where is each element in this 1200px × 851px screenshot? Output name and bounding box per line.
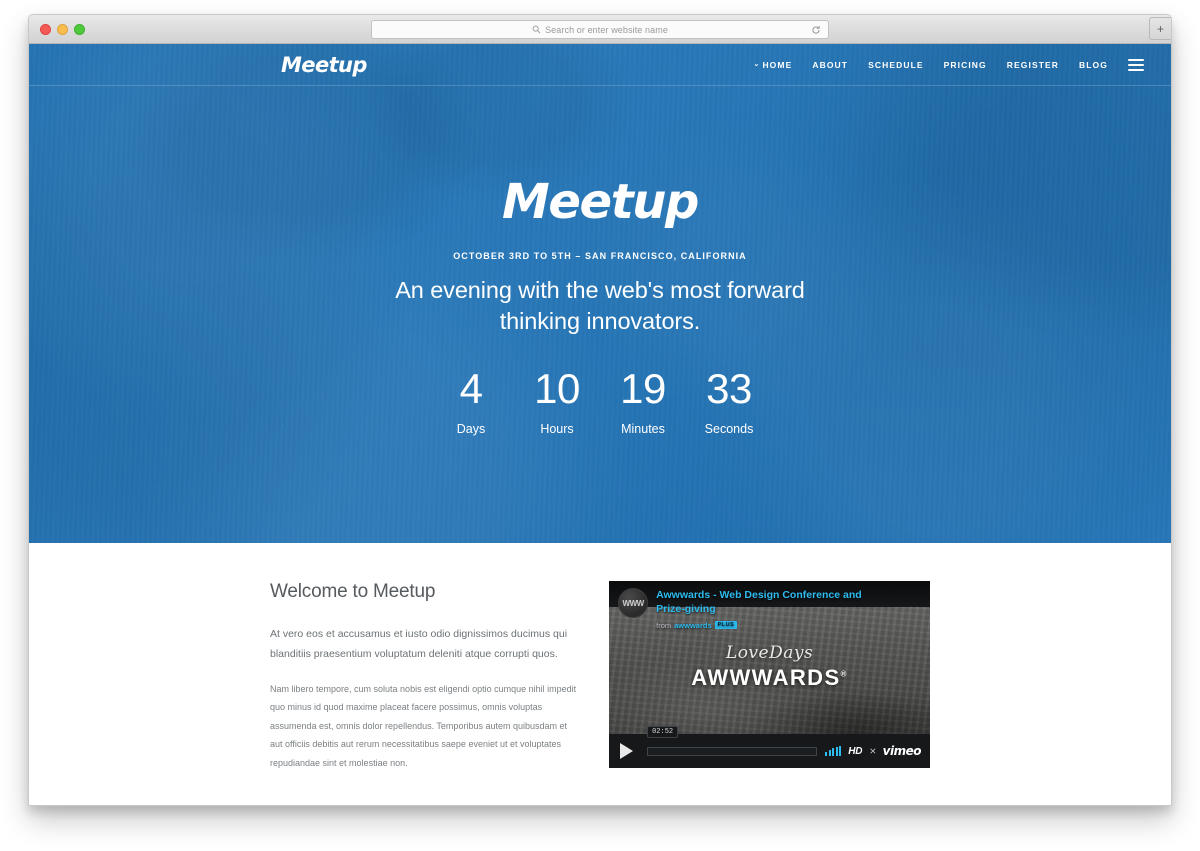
site-logo[interactable]: Meetup — [281, 53, 367, 77]
site-navbar: Meetup ⌄ HOME ABOUT SCHEDULE PRICING REG… — [29, 44, 1171, 86]
countdown-unit-seconds: 33 Seconds — [686, 364, 772, 436]
play-icon[interactable] — [620, 743, 634, 759]
hero-section: Meetup ⌄ HOME ABOUT SCHEDULE PRICING REG… — [29, 44, 1171, 543]
countdown-unit-days: 4 Days — [428, 364, 514, 436]
nav-item-schedule[interactable]: SCHEDULE — [868, 60, 924, 70]
hero-date-location: OCTOBER 3RD TO 5TH – SAN FRANCISCO, CALI… — [453, 251, 747, 261]
poster-brand-registered-mark: ® — [840, 669, 848, 679]
countdown-seconds-label: Seconds — [704, 421, 754, 436]
countdown-seconds-value: 33 — [706, 364, 752, 412]
video-uploader-line: from awwwards PLUS — [656, 621, 888, 630]
maximize-window-button[interactable] — [74, 23, 85, 35]
hero-tagline: An evening with the web's most forward t… — [395, 277, 805, 335]
countdown-timer: 4 Days 10 Hours 19 Minutes 33 Seconds — [29, 364, 1171, 436]
nav-item-home-label: HOME — [762, 59, 793, 70]
video-scrubber[interactable]: 02:52 — [647, 725, 818, 756]
countdown-unit-minutes: 19 Minutes — [600, 364, 686, 436]
hamburger-bar — [1128, 68, 1144, 71]
video-progress-bar[interactable] — [647, 746, 818, 756]
nav-menu: ⌄ HOME ABOUT SCHEDULE PRICING REGISTER B… — [753, 58, 1171, 71]
video-header-text: Awwwards - Web Design Conference and Pri… — [656, 588, 888, 630]
volume-bar — [825, 752, 828, 756]
hero-content: Meetup OCTOBER 3RD TO 5TH – SAN FRANCISC… — [29, 86, 1171, 436]
hamburger-bar — [1128, 58, 1144, 61]
countdown-hours-label: Hours — [540, 421, 574, 436]
countdown-minutes-value: 19 — [620, 364, 666, 412]
new-tab-button[interactable]: + — [1149, 17, 1171, 40]
video-time-tooltip: 02:52 — [647, 725, 679, 738]
video-header-overlay: WWW Awwwards - Web Design Conference and… — [609, 581, 930, 637]
video-right-controls: HD ⨯ vimeo — [825, 744, 922, 758]
nav-item-pricing[interactable]: PRICING — [944, 60, 987, 70]
nav-item-about[interactable]: ABOUT — [812, 60, 848, 70]
countdown-minutes-label: Minutes — [621, 421, 665, 436]
countdown-hours-value: 10 — [534, 364, 580, 412]
browser-window: Search or enter website name + Meetup ⌄ … — [28, 14, 1172, 806]
welcome-section: Welcome to Meetup At vero eos et accusam… — [29, 543, 1171, 805]
uploader-avatar[interactable]: WWW — [618, 588, 649, 618]
browser-titlebar: Search or enter website name + — [29, 15, 1171, 44]
countdown-days-value: 4 — [459, 364, 483, 412]
vimeo-plus-badge: PLUS — [714, 621, 738, 630]
reload-icon[interactable] — [811, 25, 821, 35]
address-bar-placeholder: Search or enter website name — [545, 24, 668, 35]
volume-bar — [835, 747, 838, 756]
chevron-down-icon: ⌄ — [753, 61, 761, 68]
video-control-bar: 02:52 HD ⨯ vimeo — [609, 725, 930, 768]
poster-brand-word: AWWWARDS — [691, 665, 841, 690]
video-uploader-name[interactable]: awwwards — [674, 621, 712, 630]
vimeo-logo[interactable]: vimeo — [883, 744, 922, 758]
address-bar[interactable]: Search or enter website name — [371, 20, 829, 39]
volume-bar — [839, 746, 842, 756]
hamburger-bar — [1128, 63, 1144, 66]
nav-item-home[interactable]: ⌄ HOME — [753, 60, 792, 70]
video-from-label: from — [656, 620, 672, 630]
volume-icon[interactable] — [825, 746, 842, 756]
poster-script-text: LoveDays — [725, 643, 814, 663]
page-title: Welcome to Meetup — [270, 581, 436, 602]
hamburger-menu-icon[interactable] — [1128, 58, 1144, 71]
address-bar-content: Search or enter website name — [532, 25, 668, 35]
video-title[interactable]: Awwwards - Web Design Conference and Pri… — [656, 589, 888, 617]
nav-item-register[interactable]: REGISTER — [1007, 60, 1059, 70]
countdown-days-label: Days — [456, 421, 486, 436]
page-viewport: Meetup ⌄ HOME ABOUT SCHEDULE PRICING REG… — [29, 44, 1171, 805]
vimeo-video-player[interactable]: WWW Awwwards - Web Design Conference and… — [609, 581, 930, 768]
window-traffic-lights — [40, 23, 85, 35]
hero-title: Meetup — [502, 174, 699, 230]
nav-item-blog[interactable]: BLOG — [1079, 60, 1108, 70]
volume-bar — [828, 750, 831, 756]
search-icon — [532, 25, 541, 34]
poster-branding: LoveDays AWWWARDS® — [609, 643, 930, 691]
close-window-button[interactable] — [40, 23, 51, 35]
volume-bar — [832, 748, 835, 756]
countdown-unit-hours: 10 Hours — [514, 364, 600, 436]
fullscreen-icon[interactable]: ⨯ — [869, 746, 876, 757]
hd-toggle-button[interactable]: HD — [848, 746, 862, 757]
poster-brand-text: AWWWARDS® — [609, 665, 930, 691]
welcome-text-column: Welcome to Meetup At vero eos et accusam… — [270, 581, 577, 772]
welcome-lead-paragraph: At vero eos et accusamus et iusto odio d… — [270, 628, 568, 661]
welcome-row: Welcome to Meetup At vero eos et accusam… — [270, 581, 930, 772]
minimize-window-button[interactable] — [57, 23, 68, 35]
welcome-body-paragraph: Nam libero tempore, cum soluta nobis est… — [270, 683, 577, 768]
